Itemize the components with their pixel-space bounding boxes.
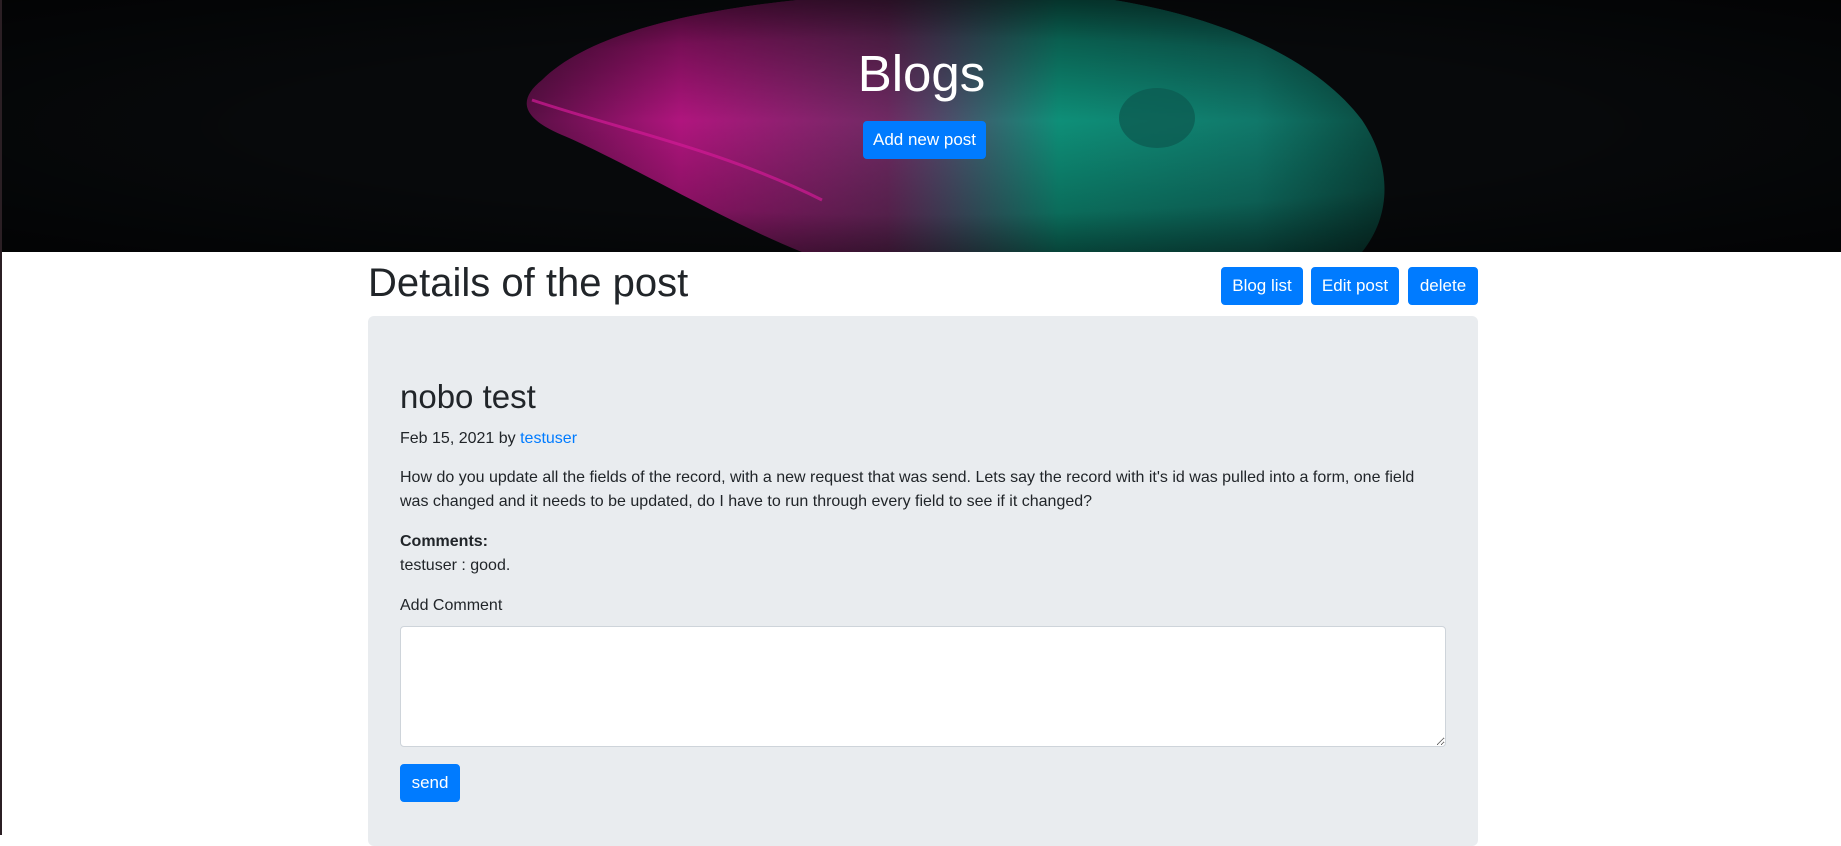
- post-author-link[interactable]: testuser: [520, 430, 577, 447]
- post-by-text: by: [498, 430, 516, 447]
- hero-banner: Blogs Add new post: [2, 0, 1841, 252]
- post-meta: Feb 15, 2021 by testuser: [400, 427, 577, 451]
- add-new-post-button[interactable]: Add new post: [863, 121, 986, 159]
- delete-post-button[interactable]: delete: [1408, 267, 1478, 305]
- edit-post-button[interactable]: Edit post: [1311, 267, 1399, 305]
- send-comment-button[interactable]: send: [400, 764, 460, 802]
- comment-textarea[interactable]: [400, 626, 1446, 747]
- post-title: nobo test: [400, 378, 536, 415]
- site-title: Blogs: [857, 45, 986, 102]
- blog-list-button[interactable]: Blog list: [1221, 267, 1303, 305]
- comments-heading: Comments:: [400, 533, 489, 550]
- post-body: How do you update all the fields of the …: [400, 469, 1415, 510]
- page-title: Details of the post: [368, 261, 689, 305]
- comment-item: testuser : good.: [400, 557, 511, 574]
- add-comment-label: Add Comment: [400, 597, 503, 614]
- post-date: Feb 15, 2021: [400, 430, 495, 447]
